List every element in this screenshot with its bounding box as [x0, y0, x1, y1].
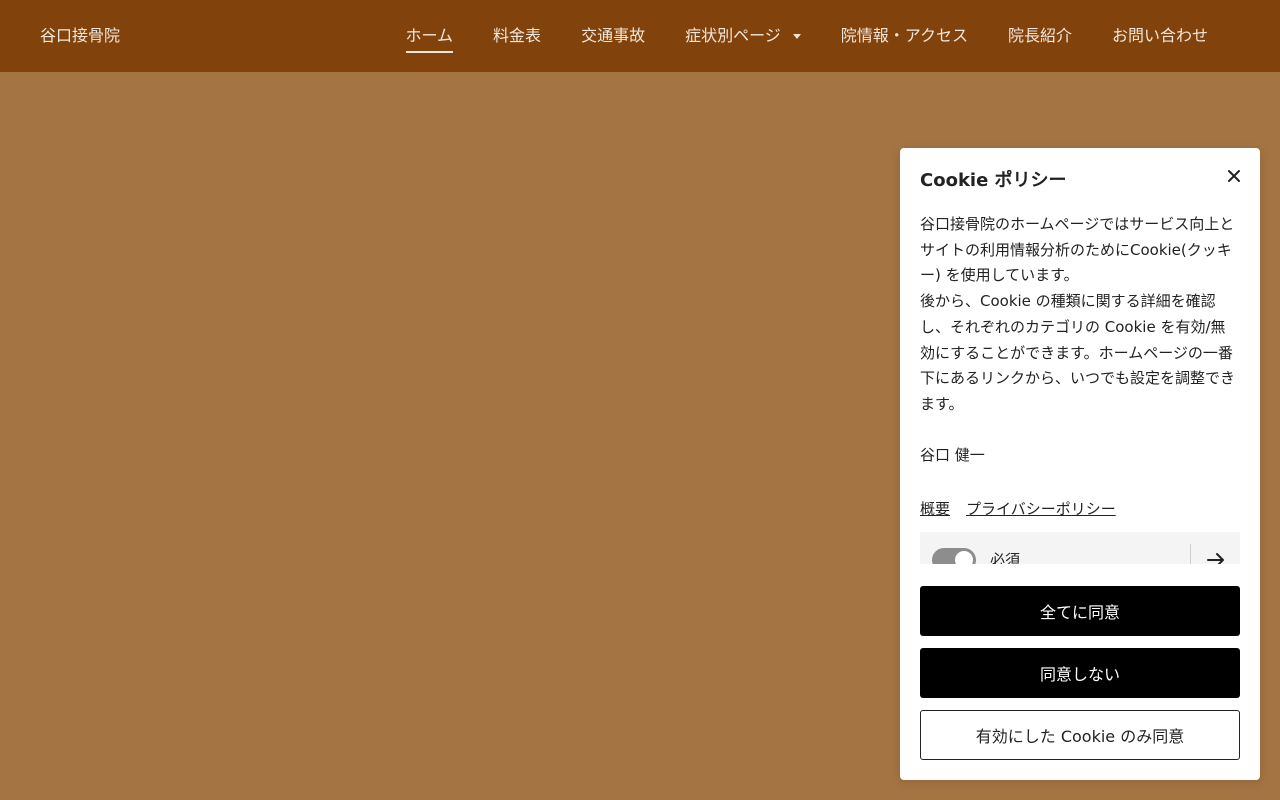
nav-item-label: ホーム [405, 26, 454, 45]
nav-item-label: 症状別ページ [685, 26, 781, 45]
cookie-category-required: 必須 [920, 531, 1240, 564]
decline-button[interactable]: 同意しない [920, 648, 1240, 698]
nav-item-contact[interactable]: お問い合わせ [1112, 25, 1208, 47]
main-nav: ホーム 料金表 交通事故 症状別ページ 院情報・アクセス 院長紹介 お問い合わせ [366, 0, 1208, 72]
nav-item-label: お問い合わせ [1111, 26, 1208, 45]
site-header: 谷口接骨院 ホーム 料金表 交通事故 症状別ページ 院情報・アクセス 院長紹介 … [0, 0, 1280, 72]
category-label: 必須 [990, 550, 1021, 564]
cookie-dialog: Cookie ポリシー 谷口接骨院のホームページではサービス向上とサイトの利用情… [900, 148, 1260, 780]
nav-item-label: 料金表 [493, 26, 542, 45]
nav-item-traffic-accident[interactable]: 交通事故 [581, 25, 645, 47]
cookie-dialog-content[interactable]: 谷口接骨院のホームページではサービス向上とサイトの利用情報分析のためにCooki… [920, 212, 1240, 564]
chevron-down-icon [792, 34, 801, 39]
toggle-knob [955, 550, 973, 564]
overview-link[interactable]: 概要 [920, 498, 950, 520]
required-toggle[interactable] [932, 547, 976, 564]
arrow-right-icon[interactable] [1206, 550, 1226, 564]
nav-item-symptoms[interactable]: 症状別ページ [685, 25, 801, 47]
nav-item-home[interactable]: ホーム [405, 25, 454, 53]
cookie-description: 谷口接骨院のホームページではサービス向上とサイトの利用情報分析のためにCooki… [920, 215, 1236, 413]
divider [1190, 543, 1191, 564]
nav-item-label: 交通事故 [581, 26, 646, 45]
accept-all-button[interactable]: 全てに同意 [920, 586, 1240, 636]
nav-item-label: 院長紹介 [1007, 26, 1072, 45]
cookie-signature: 谷口 健一 [920, 445, 985, 464]
nav-item-label: 院情報・アクセス [840, 26, 968, 45]
cookie-links: 概要 プライバシーポリシー [920, 498, 1240, 520]
close-icon[interactable] [1224, 166, 1244, 186]
site-title[interactable]: 谷口接骨院 [40, 25, 120, 47]
cookie-dialog-title: Cookie ポリシー [920, 170, 1067, 191]
nav-item-pricing[interactable]: 料金表 [493, 25, 541, 47]
accept-selected-button[interactable]: 有効にした Cookie のみ同意 [920, 710, 1240, 760]
nav-item-access[interactable]: 院情報・アクセス [841, 25, 968, 47]
privacy-policy-link[interactable]: プライバシーポリシー [966, 498, 1116, 520]
nav-item-director[interactable]: 院長紹介 [1008, 25, 1072, 47]
